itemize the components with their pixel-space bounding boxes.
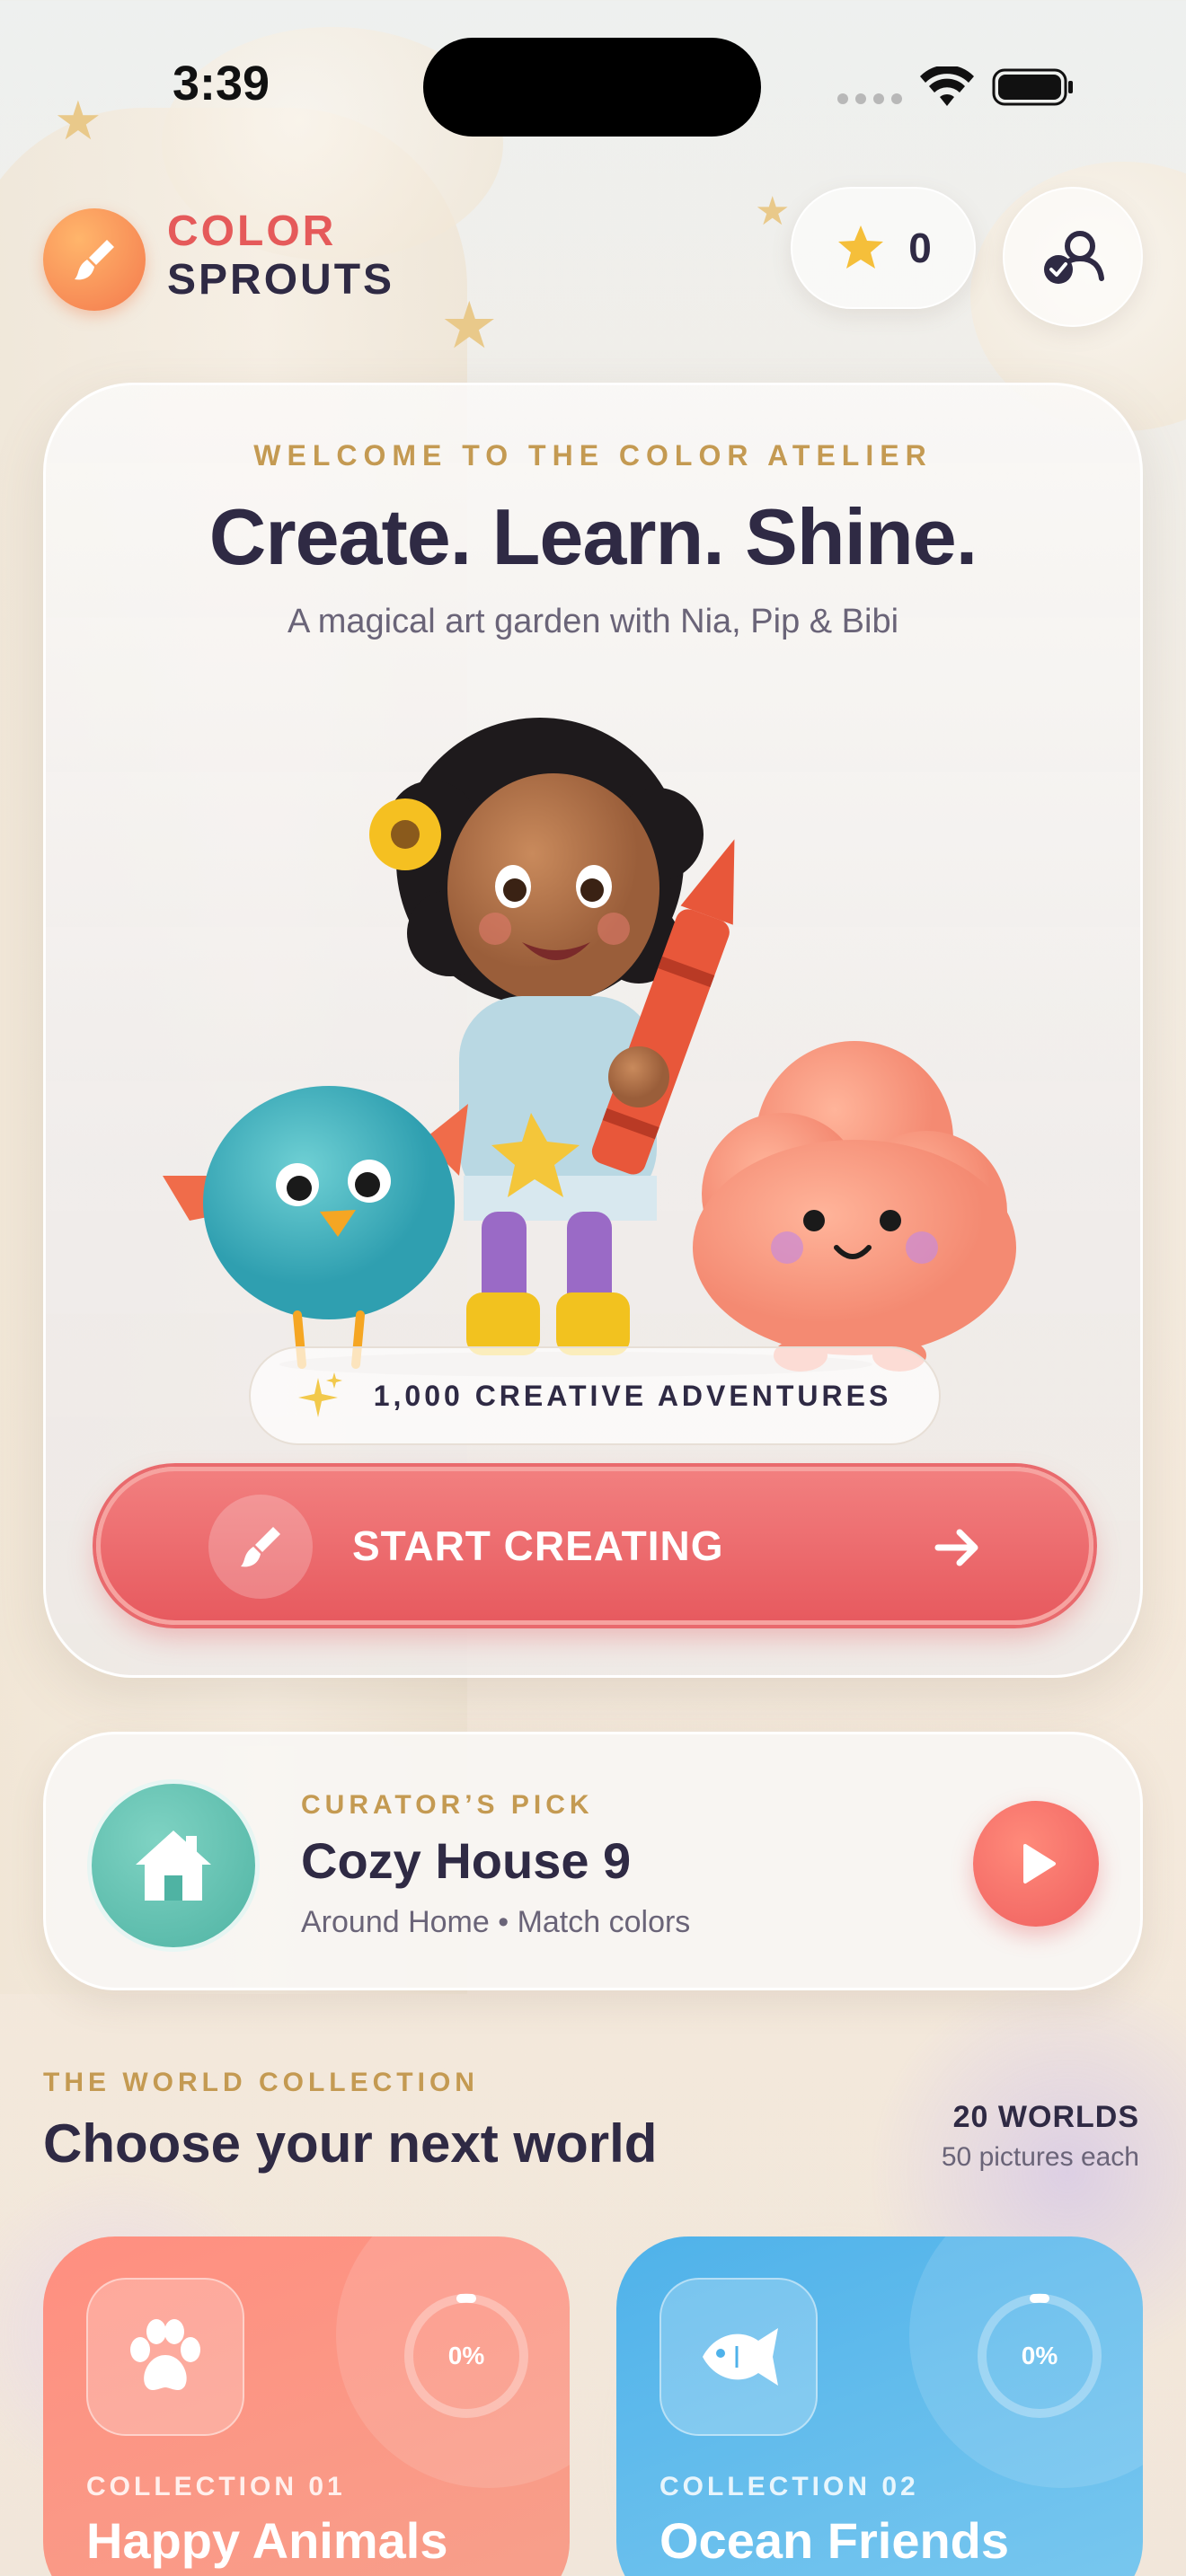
logo-line-color: COLOR: [167, 207, 337, 255]
stars-counter[interactable]: 0: [791, 187, 976, 309]
cellular-signal-icon: [837, 93, 902, 104]
hero-eyebrow: WELCOME TO THE COLOR ATELIER: [253, 439, 933, 472]
bibi-fluffy-character: [693, 1041, 1016, 1372]
play-icon: [1023, 1844, 1056, 1883]
hero-title: Create. Learn. Shine.: [208, 492, 978, 581]
adventures-badge: 1,000 CREATIVE ADVENTURES: [249, 1346, 941, 1445]
status-time: 3:39: [173, 57, 270, 110]
progress-label: 0%: [447, 2342, 485, 2369]
collection-card-happy-animals[interactable]: 0% COLLECTION 01 Happy Animals: [43, 2236, 570, 2576]
fish-icon: [703, 2328, 778, 2386]
collection-card-ocean-friends[interactable]: 0% COLLECTION 02 Ocean Friends: [616, 2236, 1143, 2576]
star-icon: [838, 225, 884, 269]
collection-icon-wrap: [659, 2278, 818, 2436]
world-count-main: 20 WORLDS: [952, 2100, 1139, 2134]
collection-eyebrow: COLLECTION 01: [86, 2472, 346, 2501]
stars-count: 0: [908, 225, 932, 271]
paw-icon: [130, 2319, 200, 2391]
hero-subtitle: A magical art garden with Nia, Pip & Bib…: [287, 603, 899, 640]
world-count-sub: 50 pictures each: [941, 2142, 1139, 2172]
hero-characters-illustration: [163, 718, 1016, 1377]
arrow-right-icon: [934, 1529, 978, 1566]
profile-button[interactable]: [1003, 187, 1143, 327]
start-creating-label: START CREATING: [352, 1522, 724, 1569]
curator-icon-wrap: [87, 1779, 260, 1952]
start-button-icon-wrap: [208, 1495, 313, 1599]
collection-name: Ocean Friends: [659, 2512, 1010, 2569]
curator-pick-card[interactable]: CURATOR’S PICK Cozy House 9 Around Home …: [43, 1732, 1143, 1990]
dynamic-island: [423, 38, 761, 137]
collection-eyebrow: COLLECTION 02: [659, 2472, 919, 2501]
progress-label: 0%: [1021, 2342, 1058, 2369]
world-collection-title: Choose your next world: [43, 2113, 658, 2174]
status-bar: 3:39: [0, 0, 1186, 171]
logo-line-sprouts: SPROUTS: [167, 256, 395, 304]
paintbrush-icon: [241, 1527, 280, 1567]
collection-icon-wrap: [86, 2278, 244, 2436]
battery-icon: [992, 68, 1073, 106]
start-creating-button[interactable]: START CREATING: [96, 1467, 1093, 1625]
curator-eyebrow: CURATOR’S PICK: [301, 1790, 594, 1820]
adventures-label: 1,000 CREATIVE ADVENTURES: [373, 1379, 892, 1412]
house-icon: [136, 1831, 211, 1901]
paintbrush-icon: [75, 240, 114, 280]
world-count: 20 WORLDS 50 pictures each: [942, 2100, 1139, 2173]
wifi-icon: [920, 66, 974, 106]
world-collection-eyebrow: THE WORLD COLLECTION: [43, 2068, 479, 2097]
play-button[interactable]: [973, 1801, 1099, 1927]
sparkles-icon: [297, 1372, 342, 1417]
app-logo: COLOR SPROUTS: [167, 210, 394, 302]
app-header: COLOR SPROUTS 0: [43, 187, 1143, 327]
pip-bird-character: [163, 1086, 468, 1369]
hero-card: WELCOME TO THE COLOR ATELIER Create. Lea…: [43, 383, 1143, 1678]
collection-name: Happy Animals: [86, 2512, 448, 2569]
logo-badge: [43, 208, 146, 311]
curator-title: Cozy House 9: [301, 1832, 632, 1889]
curator-meta: Around Home • Match colors: [301, 1905, 691, 1939]
profile-switch-icon: [1044, 231, 1104, 284]
